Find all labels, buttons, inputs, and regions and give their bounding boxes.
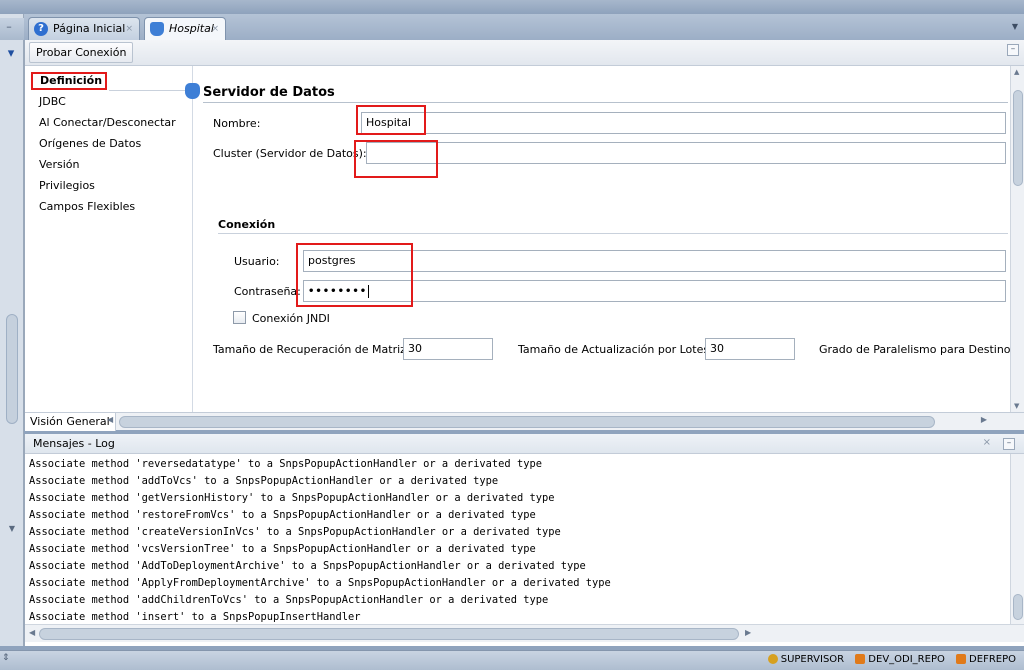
- log-line: Associate method 'reversedatatype' to a …: [29, 458, 542, 470]
- cluster-label: Cluster (Servidor de Datos):: [213, 147, 367, 160]
- expand-icon[interactable]: ⇕: [2, 653, 18, 667]
- log-line: Associate method 'addToVcs' to a SnpsPop…: [29, 475, 499, 487]
- section-divider: [203, 102, 1008, 103]
- nav-item-on-connect[interactable]: Al Conectar/Desconectar: [39, 115, 176, 131]
- repository-icon: [956, 654, 967, 664]
- status-bar: ⇕ SUPERVISOR DEV_ODI_REPO DEFREPO: [0, 650, 1024, 670]
- form-hscroll-thumb[interactable]: [119, 416, 935, 428]
- editor-navigation: Definición JDBC Al Conectar/Desconectar …: [25, 66, 193, 412]
- log-horizontal-scrollbar[interactable]: ◀ ▶: [25, 624, 1024, 642]
- cluster-input[interactable]: [366, 142, 1006, 164]
- user-label: Usuario:: [234, 255, 280, 268]
- log-line: Associate method 'addChildrenToVcs' to a…: [29, 594, 549, 606]
- scroll-left-icon[interactable]: ◀: [107, 415, 113, 424]
- connection-divider: [218, 233, 1008, 234]
- help-icon: ?: [34, 22, 48, 36]
- log-line: Associate method 'vcsVersionTree' to a S…: [29, 543, 536, 555]
- jndi-checkbox[interactable]: [233, 311, 246, 324]
- tab-overview[interactable]: Visión General: [25, 413, 116, 431]
- highlight-cluster: [354, 140, 438, 178]
- editor-minimize-icon[interactable]: –: [1007, 44, 1019, 56]
- status-repo-1: DEV_ODI_REPO: [868, 654, 945, 665]
- window-top-strip: [0, 0, 1024, 14]
- tab-list-dropdown-icon[interactable]: ▼: [1012, 22, 1018, 31]
- tab-hospital-close-icon[interactable]: ×: [211, 18, 219, 40]
- tab-home-label: Página Inicial: [53, 22, 126, 35]
- scroll-down-icon[interactable]: ▼: [1014, 402, 1019, 410]
- array-fetch-label: Tamaño de Recuperación de Matriz:: [213, 343, 410, 356]
- log-panel: Mensajes - Log × – Associate method 'rev…: [24, 434, 1024, 646]
- name-label: Nombre:: [213, 117, 261, 130]
- scroll-right-icon[interactable]: ▶: [981, 415, 987, 424]
- scroll-up-icon[interactable]: ▲: [1014, 68, 1019, 76]
- minimize-icon[interactable]: –: [3, 21, 15, 34]
- log-line: Associate method 'AddToDeploymentArchive…: [29, 560, 586, 572]
- tab-home-close-icon[interactable]: ×: [125, 18, 133, 40]
- left-collapsed-panel: – ▾ ▼: [0, 14, 24, 646]
- definition-form: Servidor de Datos Nombre: Hospital Clust…: [185, 66, 1015, 412]
- panel-menu-icon[interactable]: ▾: [0, 46, 22, 64]
- test-connection-button[interactable]: Probar Conexión: [29, 42, 134, 63]
- name-input[interactable]: Hospital: [361, 112, 1006, 134]
- log-minimize-icon[interactable]: –: [1003, 438, 1015, 450]
- log-line: Associate method 'restoreFromVcs' to a S…: [29, 509, 536, 521]
- log-header: Mensajes - Log × –: [25, 434, 1024, 454]
- log-line: Associate method 'getVersionHistory' to …: [29, 492, 555, 504]
- highlight-credentials: [296, 243, 413, 307]
- nav-item-privileges[interactable]: Privilegios: [39, 178, 95, 194]
- editor-bottom-bar: Visión General ◀ ▶: [25, 412, 1024, 431]
- scroll-down-icon[interactable]: ▼: [0, 524, 24, 534]
- nav-item-jdbc[interactable]: JDBC: [39, 94, 66, 110]
- nav-item-flex-fields[interactable]: Campos Flexibles: [39, 199, 135, 215]
- section-title: Servidor de Datos: [203, 85, 335, 100]
- form-horizontal-scrollbar[interactable]: ◀ ▶: [107, 415, 987, 429]
- log-line: Associate method 'createVersionInVcs' to…: [29, 526, 561, 538]
- editor-toolbar: Probar Conexión –: [25, 40, 1024, 66]
- log-messages: Associate method 'reversedatatype' to a …: [29, 456, 1004, 624]
- nav-item-definicion[interactable]: Definición: [31, 72, 107, 90]
- connection-title: Conexión: [218, 218, 276, 231]
- left-panel-scrollbar[interactable]: [6, 314, 18, 424]
- nav-header-divider: [109, 90, 192, 91]
- database-icon: [185, 83, 200, 99]
- nav-item-version[interactable]: Versión: [39, 157, 79, 173]
- editor-tab-bar: ? Página Inicial × Hospital × ▼: [24, 14, 1024, 40]
- form-scroll-thumb[interactable]: [1013, 90, 1023, 186]
- nav-item-data-sources[interactable]: Orígenes de Datos: [39, 136, 141, 152]
- status-items: SUPERVISOR DEV_ODI_REPO DEFREPO: [760, 654, 1016, 665]
- batch-update-input[interactable]: 30: [705, 338, 795, 360]
- scroll-right-icon[interactable]: ▶: [745, 628, 751, 637]
- log-line: Associate method 'ApplyFromDeploymentArc…: [29, 577, 611, 589]
- batch-update-label: Tamaño de Actualización por Lotes:: [518, 343, 713, 356]
- tab-home[interactable]: ? Página Inicial ×: [28, 17, 140, 40]
- database-icon: [150, 22, 164, 36]
- scroll-left-icon[interactable]: ◀: [29, 628, 35, 637]
- log-title: Mensajes - Log: [33, 437, 115, 450]
- jndi-label: Conexión JNDI: [252, 312, 330, 325]
- status-user: SUPERVISOR: [780, 654, 845, 665]
- repository-icon: [855, 654, 866, 664]
- log-vertical-scrollbar[interactable]: [1010, 454, 1024, 624]
- data-server-editor: Probar Conexión – Definición JDBC Al Con…: [24, 40, 1024, 431]
- tab-hospital[interactable]: Hospital ×: [144, 17, 226, 40]
- log-scroll-thumb[interactable]: [1013, 594, 1023, 620]
- log-hscroll-thumb[interactable]: [39, 628, 739, 640]
- highlight-name: [356, 105, 426, 135]
- tab-hospital-label: Hospital: [169, 22, 214, 35]
- form-vertical-scrollbar[interactable]: ▲ ▼: [1010, 66, 1024, 412]
- password-label: Contraseña:: [234, 285, 301, 298]
- parallelism-label: Grado de Paralelismo para Destino:: [819, 343, 1015, 356]
- log-close-icon[interactable]: ×: [983, 437, 991, 448]
- user-icon: [767, 654, 778, 664]
- array-fetch-input[interactable]: 30: [403, 338, 493, 360]
- status-repo-2: DEFREPO: [969, 654, 1016, 665]
